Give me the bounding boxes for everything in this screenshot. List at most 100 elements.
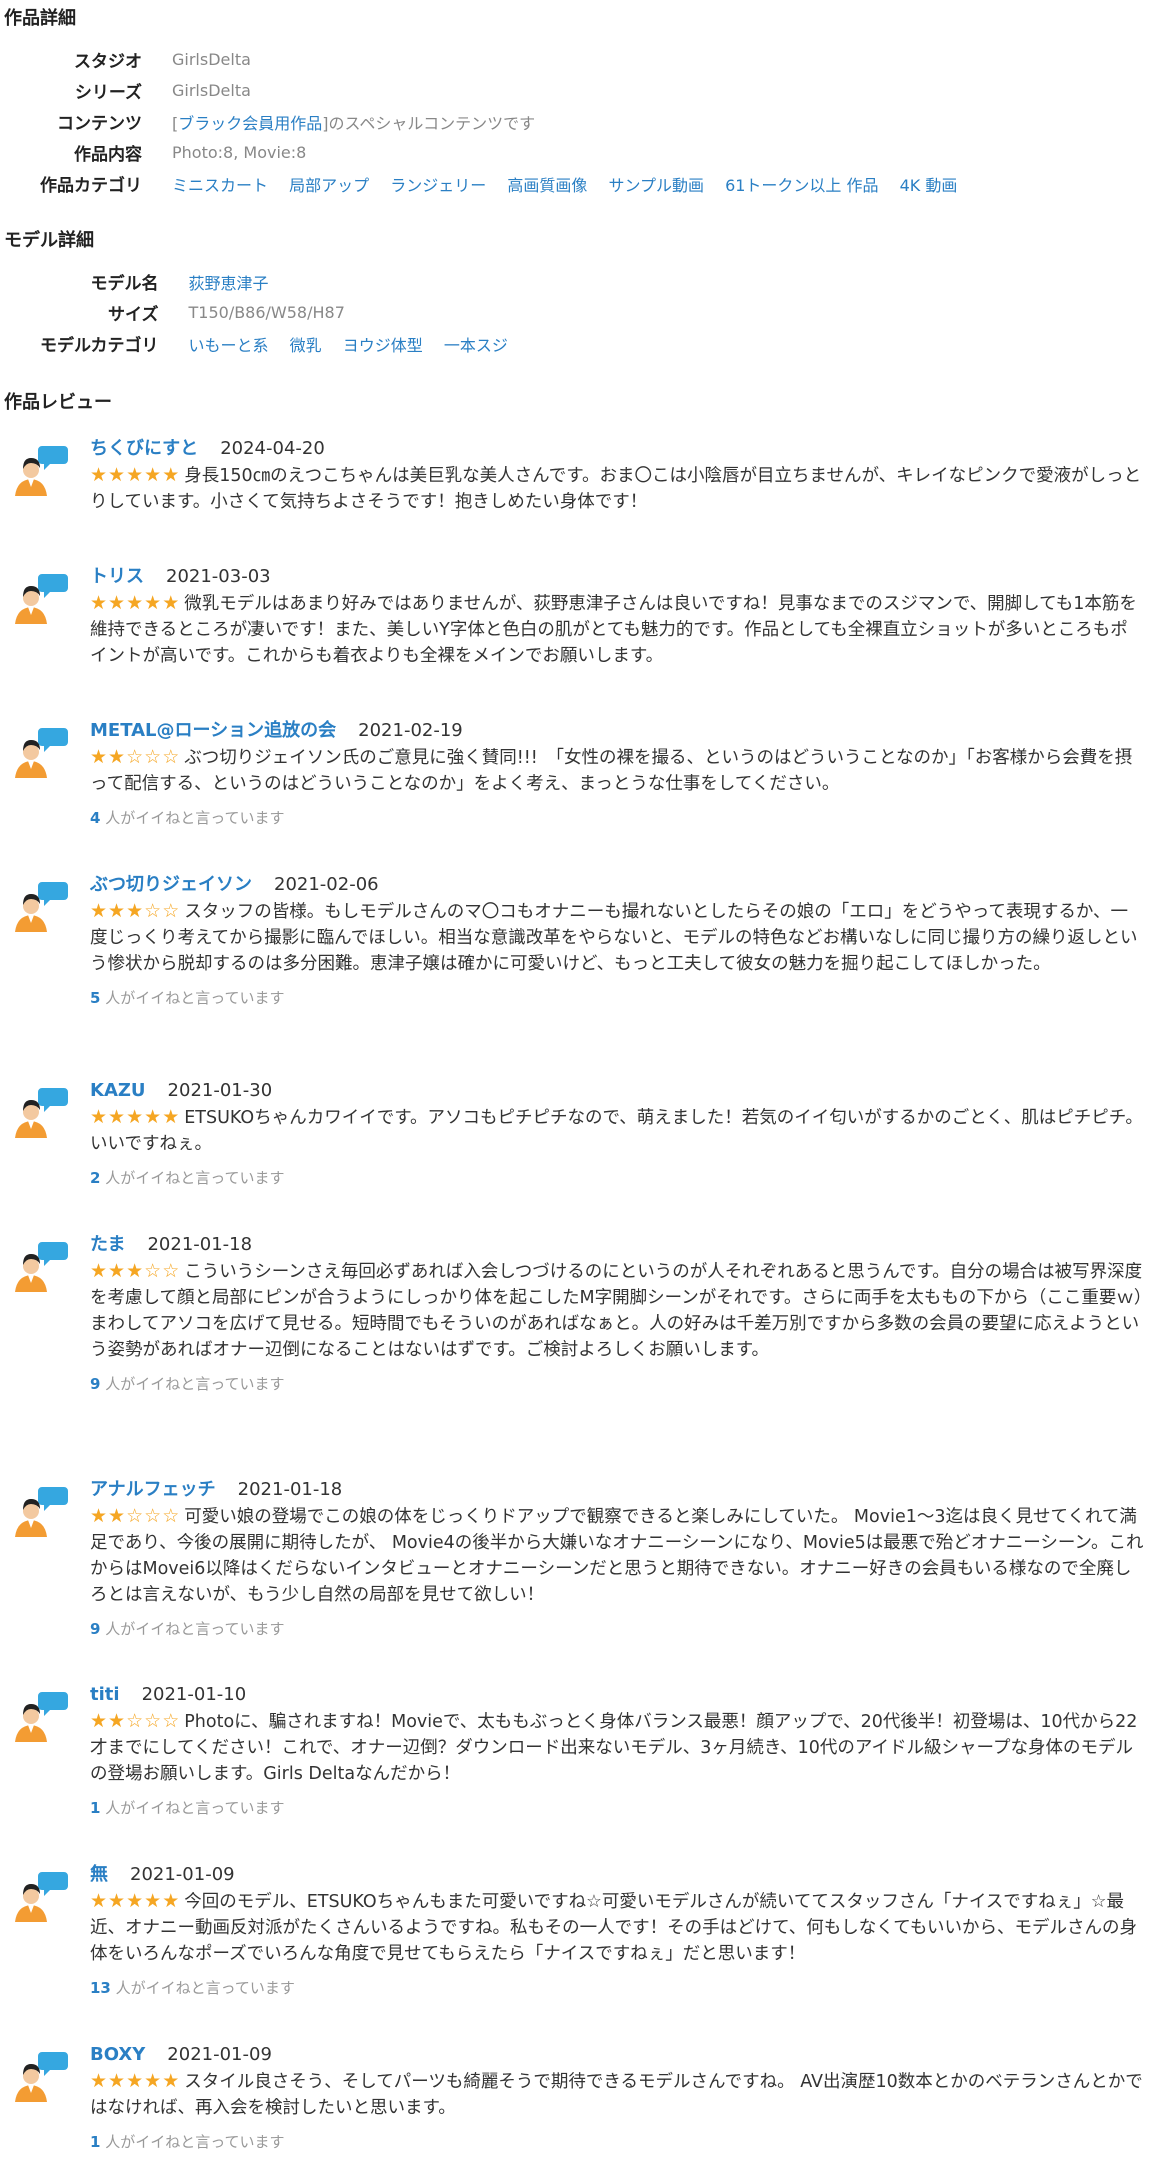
star-rating: ★★★★★: [90, 592, 180, 614]
review-text: こういうシーンさえ毎回必ずあれば入会しつづけるのにというのが人それぞれあると思う…: [90, 1262, 1143, 1360]
likes-label: 人がイイねと言っています: [100, 1375, 285, 1393]
star-empty-icon: ☆: [144, 1260, 163, 1282]
star-rating: ★★★★★: [90, 464, 180, 486]
work-category-tag[interactable]: サンプル動画: [608, 176, 704, 195]
likes-count: 9: [90, 1620, 101, 1638]
review-date: 2021-01-30: [167, 1080, 273, 1101]
model-name-link[interactable]: 荻野恵津子: [189, 274, 269, 293]
review-date: 2021-01-09: [130, 1864, 235, 1885]
review-content: ★★☆☆☆ Photoに、騙されますね！Movieで、太ももぶっとく身体バランス最…: [90, 1708, 1145, 1787]
star-filled-icon: ★: [162, 1890, 181, 1912]
user-avatar-icon: [12, 570, 70, 628]
work-details-heading: 作品詳細: [4, 8, 76, 29]
reviewer-name[interactable]: KAZU: [90, 1080, 146, 1101]
work-category-tag[interactable]: 局部アップ: [289, 176, 369, 195]
review-date: 2021-02-19: [358, 720, 463, 741]
likes-label: 人がイイねと言っています: [100, 2133, 285, 2151]
studio-row: スタジオ GirlsDelta: [40, 44, 973, 75]
review-text: 微乳モデルはあまり好みではありませんが、荻野恵津子さんは良いですね！見事なまでの…: [90, 594, 1137, 666]
user-avatar-icon: [12, 442, 70, 500]
review-text: ぶつ切りジェイソン氏のご意見に強く賛同!!! 「女性の裸を撮る、というのはどうい…: [90, 748, 1133, 794]
content-value: [ブラック会員用作品]のスペシャルコンテンツです: [172, 106, 973, 137]
reviewer-name[interactable]: トリス: [90, 566, 144, 587]
review-date: 2021-01-09: [167, 2044, 272, 2065]
star-filled-icon: ★: [90, 1505, 109, 1527]
star-rating: ★★★☆☆: [90, 900, 180, 922]
review-text: スタイル良さそう、そしてパーツも綺麗そうで期待できるモデルさんですね。 AV出演…: [90, 2072, 1143, 2118]
user-avatar-icon: [12, 1868, 70, 1926]
review-likes: 2 人がイイねと言っています: [90, 1167, 1145, 1188]
star-filled-icon: ★: [90, 746, 109, 768]
user-avatar-icon: [12, 1084, 70, 1142]
star-filled-icon: ★: [126, 1260, 145, 1282]
reviewer-name[interactable]: 無: [90, 1864, 108, 1885]
review-content: ★★★☆☆ こういうシーンさえ毎回必ずあれば入会しつづけるのにというのが人それぞれ…: [90, 1258, 1145, 1363]
star-filled-icon: ★: [126, 464, 145, 486]
review-header: BOXY 2021-01-09: [90, 2042, 1145, 2068]
review-date: 2021-01-10: [141, 1684, 247, 1705]
star-rating: ★★☆☆☆: [90, 1710, 180, 1732]
reviewer-name[interactable]: BOXY: [90, 2044, 145, 2065]
model-details-heading: モデル詳細: [4, 230, 94, 251]
star-filled-icon: ★: [108, 2070, 127, 2092]
star-filled-icon: ★: [90, 900, 109, 922]
model-category-row: モデルカテゴリ いもーと系 微乳 ヨウジ体型 一本スジ: [40, 328, 524, 359]
user-avatar-icon: [12, 724, 70, 782]
review-body: BOXY 2021-01-09 ★★★★★ スタイル良さそう、そしてパーツも綺麗そうで…: [90, 2042, 1145, 2152]
user-avatar-icon: [12, 878, 70, 936]
black-member-link[interactable]: ブラック会員用作品: [178, 114, 322, 133]
star-filled-icon: ★: [162, 464, 181, 486]
reviewer-name[interactable]: たま: [90, 1234, 125, 1255]
work-category-row: 作品カテゴリ ミニスカート 局部アップ ランジェリー 高画質画像 サンプル動画 …: [40, 168, 973, 199]
review-body: titi 2021-01-10 ★★☆☆☆ Photoに、騙されますね！Movieで、…: [90, 1682, 1145, 1818]
work-category-tag[interactable]: 高画質画像: [507, 176, 587, 195]
star-filled-icon: ★: [126, 592, 145, 614]
review-content: ★★★★★ スタイル良さそう、そしてパーツも綺麗そうで期待できるモデルさんですね。…: [90, 2068, 1145, 2121]
review-header: たま 2021-01-18: [90, 1232, 1145, 1258]
review-body: たま 2021-01-18 ★★★☆☆ こういうシーンさえ毎回必ずあれば入会しつづける…: [90, 1232, 1145, 1394]
work-category-tag[interactable]: 4K 動画: [900, 176, 958, 195]
review-body: ちくびにすと 2024-04-20 ★★★★★ 身長150㎝のえつこちゃんは美巨乳な美…: [90, 436, 1145, 515]
model-category-tag[interactable]: 一本スジ: [444, 336, 508, 355]
reviewer-name[interactable]: アナルフェッチ: [90, 1479, 216, 1500]
review-header: KAZU 2021-01-30: [90, 1078, 1145, 1104]
review-likes: 1 人がイイねと言っています: [90, 2131, 1145, 2152]
work-category-tags: ミニスカート 局部アップ ランジェリー 高画質画像 サンプル動画 61トークン以…: [172, 168, 973, 199]
reviewer-name[interactable]: titi: [90, 1684, 120, 1705]
series-label: シリーズ: [74, 83, 142, 103]
review-header: METAL@ローション追放の会 2021-02-19: [90, 718, 1145, 744]
star-filled-icon: ★: [108, 1710, 127, 1732]
star-empty-icon: ☆: [162, 1505, 181, 1527]
work-category-tag[interactable]: 61トークン以上 作品: [725, 176, 878, 195]
star-filled-icon: ★: [126, 1106, 145, 1128]
review-header: アナルフェッチ 2021-01-18: [90, 1477, 1145, 1503]
review-header: titi 2021-01-10: [90, 1682, 1145, 1708]
review-text: スタッフの皆様。もしモデルさんのマ〇コもオナニーも撮れないとしたらその娘の「エロ…: [90, 902, 1138, 974]
star-empty-icon: ☆: [162, 1710, 181, 1732]
star-filled-icon: ★: [108, 592, 127, 614]
star-filled-icon: ★: [144, 2070, 163, 2092]
likes-count: 1: [90, 1799, 101, 1817]
star-rating: ★★☆☆☆: [90, 746, 180, 768]
star-empty-icon: ☆: [162, 900, 181, 922]
reviewer-name[interactable]: ちくびにすと: [90, 438, 198, 459]
reviews-heading: 作品レビュー: [4, 392, 112, 413]
work-category-tag[interactable]: ランジェリー: [390, 176, 486, 195]
model-category-tag[interactable]: ヨウジ体型: [343, 336, 423, 355]
review-text: 今回のモデル、ETSUKOちゃんもまた可愛いですね☆可愛いモデルさんが続いててス…: [90, 1892, 1138, 1964]
star-filled-icon: ★: [144, 592, 163, 614]
likes-count: 5: [90, 989, 101, 1007]
model-category-tag[interactable]: いもーと系: [189, 336, 269, 355]
model-category-tag[interactable]: 微乳: [290, 336, 322, 355]
review-content: ★★☆☆☆ ぶつ切りジェイソン氏のご意見に強く賛同!!! 「女性の裸を撮る、という…: [90, 744, 1145, 797]
review-content: ★★★☆☆ スタッフの皆様。もしモデルさんのマ〇コもオナニーも撮れないとしたらその…: [90, 898, 1145, 977]
star-filled-icon: ★: [144, 1106, 163, 1128]
reviewer-name[interactable]: ぶつ切りジェイソン: [90, 874, 252, 895]
star-filled-icon: ★: [108, 1260, 127, 1282]
likes-count: 13: [90, 1979, 111, 1997]
star-rating: ★★★★★: [90, 1106, 180, 1128]
reviewer-name[interactable]: METAL@ローション追放の会: [90, 720, 336, 741]
star-filled-icon: ★: [90, 2070, 109, 2092]
content-row: コンテンツ [ブラック会員用作品]のスペシャルコンテンツです: [40, 106, 973, 137]
work-category-tag[interactable]: ミニスカート: [172, 176, 268, 195]
